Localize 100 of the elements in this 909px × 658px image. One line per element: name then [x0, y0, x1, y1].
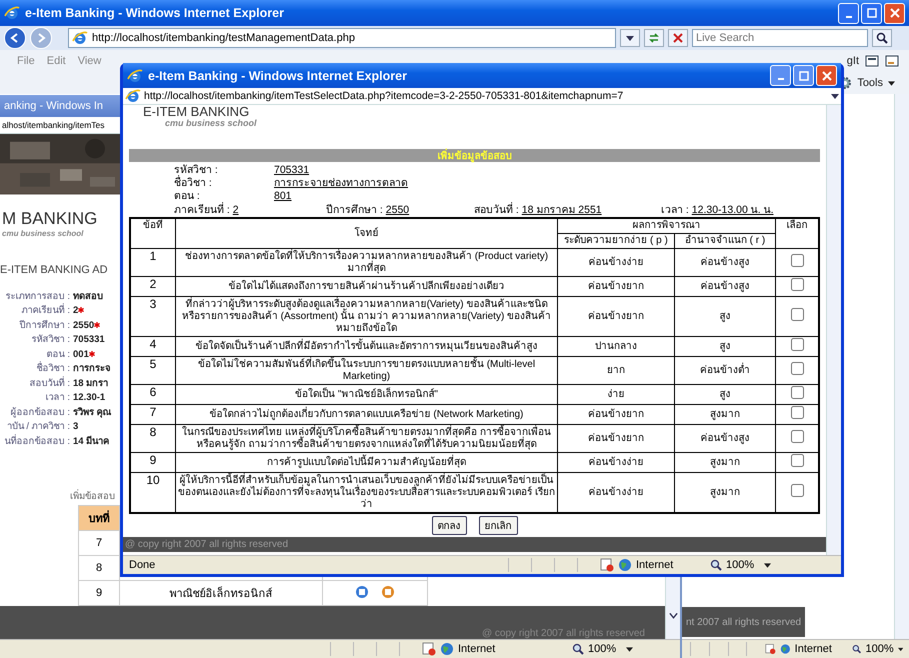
- field-label: เวลา :: [44, 391, 70, 404]
- checkbox[interactable]: [790, 338, 804, 351]
- table-cell: ค่อนข้างยาก: [558, 404, 674, 424]
- window-title: e-Item Banking - Windows Internet Explorer: [148, 68, 407, 82]
- address-field[interactable]: http://localhost/itembanking/itemTestSelectData.php?itemcode=3-2-2550-705331-801&itemchapnum=7: [123, 88, 841, 105]
- tools-menu[interactable]: Tools: [854, 77, 886, 89]
- search-button[interactable]: [872, 29, 892, 47]
- refresh-icon: [648, 32, 660, 44]
- close-button[interactable]: [884, 2, 905, 24]
- search-field[interactable]: Live Search: [692, 29, 868, 47]
- minimize-button[interactable]: [838, 2, 859, 24]
- field-label: ตอน :: [174, 190, 201, 202]
- table-cell: 3: [130, 296, 176, 336]
- logo-tagline: cmu business school: [164, 118, 257, 128]
- checkbox[interactable]: [790, 406, 804, 419]
- checkbox[interactable]: [790, 254, 804, 267]
- maximize-button[interactable]: [861, 2, 882, 24]
- field-value: 2550: [386, 204, 410, 216]
- blocked-icon: [765, 642, 776, 656]
- zoom-icon: [852, 643, 862, 655]
- checkbox[interactable]: [790, 362, 804, 375]
- table-cell: สูงมาก: [674, 452, 776, 472]
- refresh-button[interactable]: [644, 29, 664, 47]
- required-icon: [78, 307, 84, 313]
- table-cell: 1: [130, 248, 176, 276]
- field-value: 801: [274, 190, 292, 202]
- zoom-level[interactable]: 100%: [726, 559, 760, 571]
- logo-text: M BANKING: [2, 208, 98, 228]
- field-value: 14 มีนาค: [73, 436, 110, 446]
- field-value: 3: [73, 421, 78, 432]
- table-cell: ค่อนข้างยาก: [558, 296, 674, 336]
- field-label: ปีการศึกษา :: [18, 318, 70, 332]
- checkbox[interactable]: [790, 484, 804, 497]
- caret-icon: [898, 646, 904, 652]
- field-value: 705331: [274, 164, 310, 176]
- field-label: ปีการศึกษา :: [326, 204, 383, 216]
- field-label: ภาคเรียนที่ :: [20, 304, 70, 318]
- field-value: 2: [232, 204, 239, 216]
- section-title: เพิ่มข้อมูลข้อสอบ: [438, 148, 512, 163]
- table-cell: สูงมาก: [674, 404, 776, 424]
- toolbar-icon[interactable]: [885, 54, 899, 68]
- checkbox[interactable]: [790, 430, 804, 443]
- caret-icon: [626, 36, 634, 40]
- logo-text: E-ITEM BANKING: [143, 105, 250, 118]
- column-header: ระดับความยากง่าย ( p ): [558, 234, 674, 248]
- table-cell: 4: [130, 336, 176, 356]
- caret-icon: [626, 646, 633, 652]
- checkbox[interactable]: [790, 454, 804, 467]
- search-icon: [876, 32, 888, 44]
- copyright-text: @ copy right 2007 all rights reserved: [125, 539, 288, 550]
- field-value: 2: [73, 305, 78, 316]
- stop-button[interactable]: [668, 29, 688, 47]
- caret-icon: [888, 80, 895, 86]
- field-value: 001: [73, 348, 89, 360]
- close-button[interactable]: [816, 65, 837, 86]
- table-cell: สูง: [674, 296, 776, 336]
- browser-icon: [72, 30, 88, 46]
- maximize-button[interactable]: [793, 65, 814, 86]
- status-text: Done: [129, 559, 156, 571]
- column-header: ข้อที่: [130, 218, 176, 248]
- window-title: e-Item Banking - Windows Internet Explorer: [25, 6, 284, 20]
- table-cell: ค่อนข้างสูง: [674, 424, 776, 452]
- table-cell: 7: [130, 404, 176, 424]
- page-heading: E-ITEM BANKING AD: [0, 264, 108, 276]
- field-value: รวิพร คุณ: [73, 406, 112, 418]
- caret-icon: [764, 562, 771, 568]
- table-cell: ค่อนข้างต่ำ: [674, 356, 776, 384]
- field-value: การกระจายช่องทางการตลาด: [274, 177, 408, 189]
- table-cell: 2: [130, 276, 176, 296]
- checkbox[interactable]: [790, 308, 804, 321]
- zoom-level[interactable]: 100%: [866, 643, 894, 655]
- maximize-icon: [866, 8, 876, 18]
- checkbox[interactable]: [790, 278, 804, 291]
- logo-tagline: cmu business school: [2, 228, 84, 238]
- checkbox[interactable]: [790, 386, 804, 399]
- table-cell: ที่กล่าวว่าผู้บริหารระดับสูงต้องดูแลเรื่องความหลากหลาย(Variety) ของสินค้าและชนิดหรือรายการของสินค้า (Assortment) นั้น ถามว่า ความหลากหลาย(Variety) ของสินค้า หมายถึงข้อใด: [176, 296, 558, 336]
- table-cell: 5: [130, 356, 176, 384]
- scrollbar[interactable]: [826, 105, 841, 555]
- minimize-icon: [778, 78, 784, 80]
- address-field[interactable]: http://localhost/itembanking/testManagementData.php: [68, 28, 616, 48]
- field-value: 18 มกรา: [73, 378, 108, 388]
- arrow-right-icon: [36, 33, 46, 43]
- browser-icon: [4, 5, 20, 21]
- minimize-button[interactable]: [770, 65, 791, 86]
- form-button[interactable]: ยกเลิก: [478, 516, 518, 535]
- table-cell: ค่อนข้างสูง: [674, 248, 776, 276]
- table-cell: ข้อใดจัดเป็นร้านค้าปลีกที่มีอัตรากำไรขั้นต้นและอัตราการหมุนเวียนของสินค้าสูง: [176, 336, 558, 356]
- dropdown-button[interactable]: [620, 29, 640, 47]
- zone-label: Internet: [458, 643, 496, 655]
- column-header: เลือก: [776, 218, 819, 248]
- field-label: นที่ออกข้อสอบ :: [4, 434, 70, 448]
- browser-icon: [127, 68, 143, 84]
- scrollbar[interactable]: [894, 94, 909, 639]
- toolbar-icon[interactable]: [865, 54, 879, 68]
- back-button[interactable]: [4, 27, 26, 49]
- form-button[interactable]: ตกลง: [432, 516, 466, 535]
- browser-icon: [125, 88, 141, 104]
- field-label: ตอน :: [46, 348, 70, 361]
- zoom-level[interactable]: 100%: [588, 643, 622, 655]
- zone-label: Internet: [636, 559, 674, 571]
